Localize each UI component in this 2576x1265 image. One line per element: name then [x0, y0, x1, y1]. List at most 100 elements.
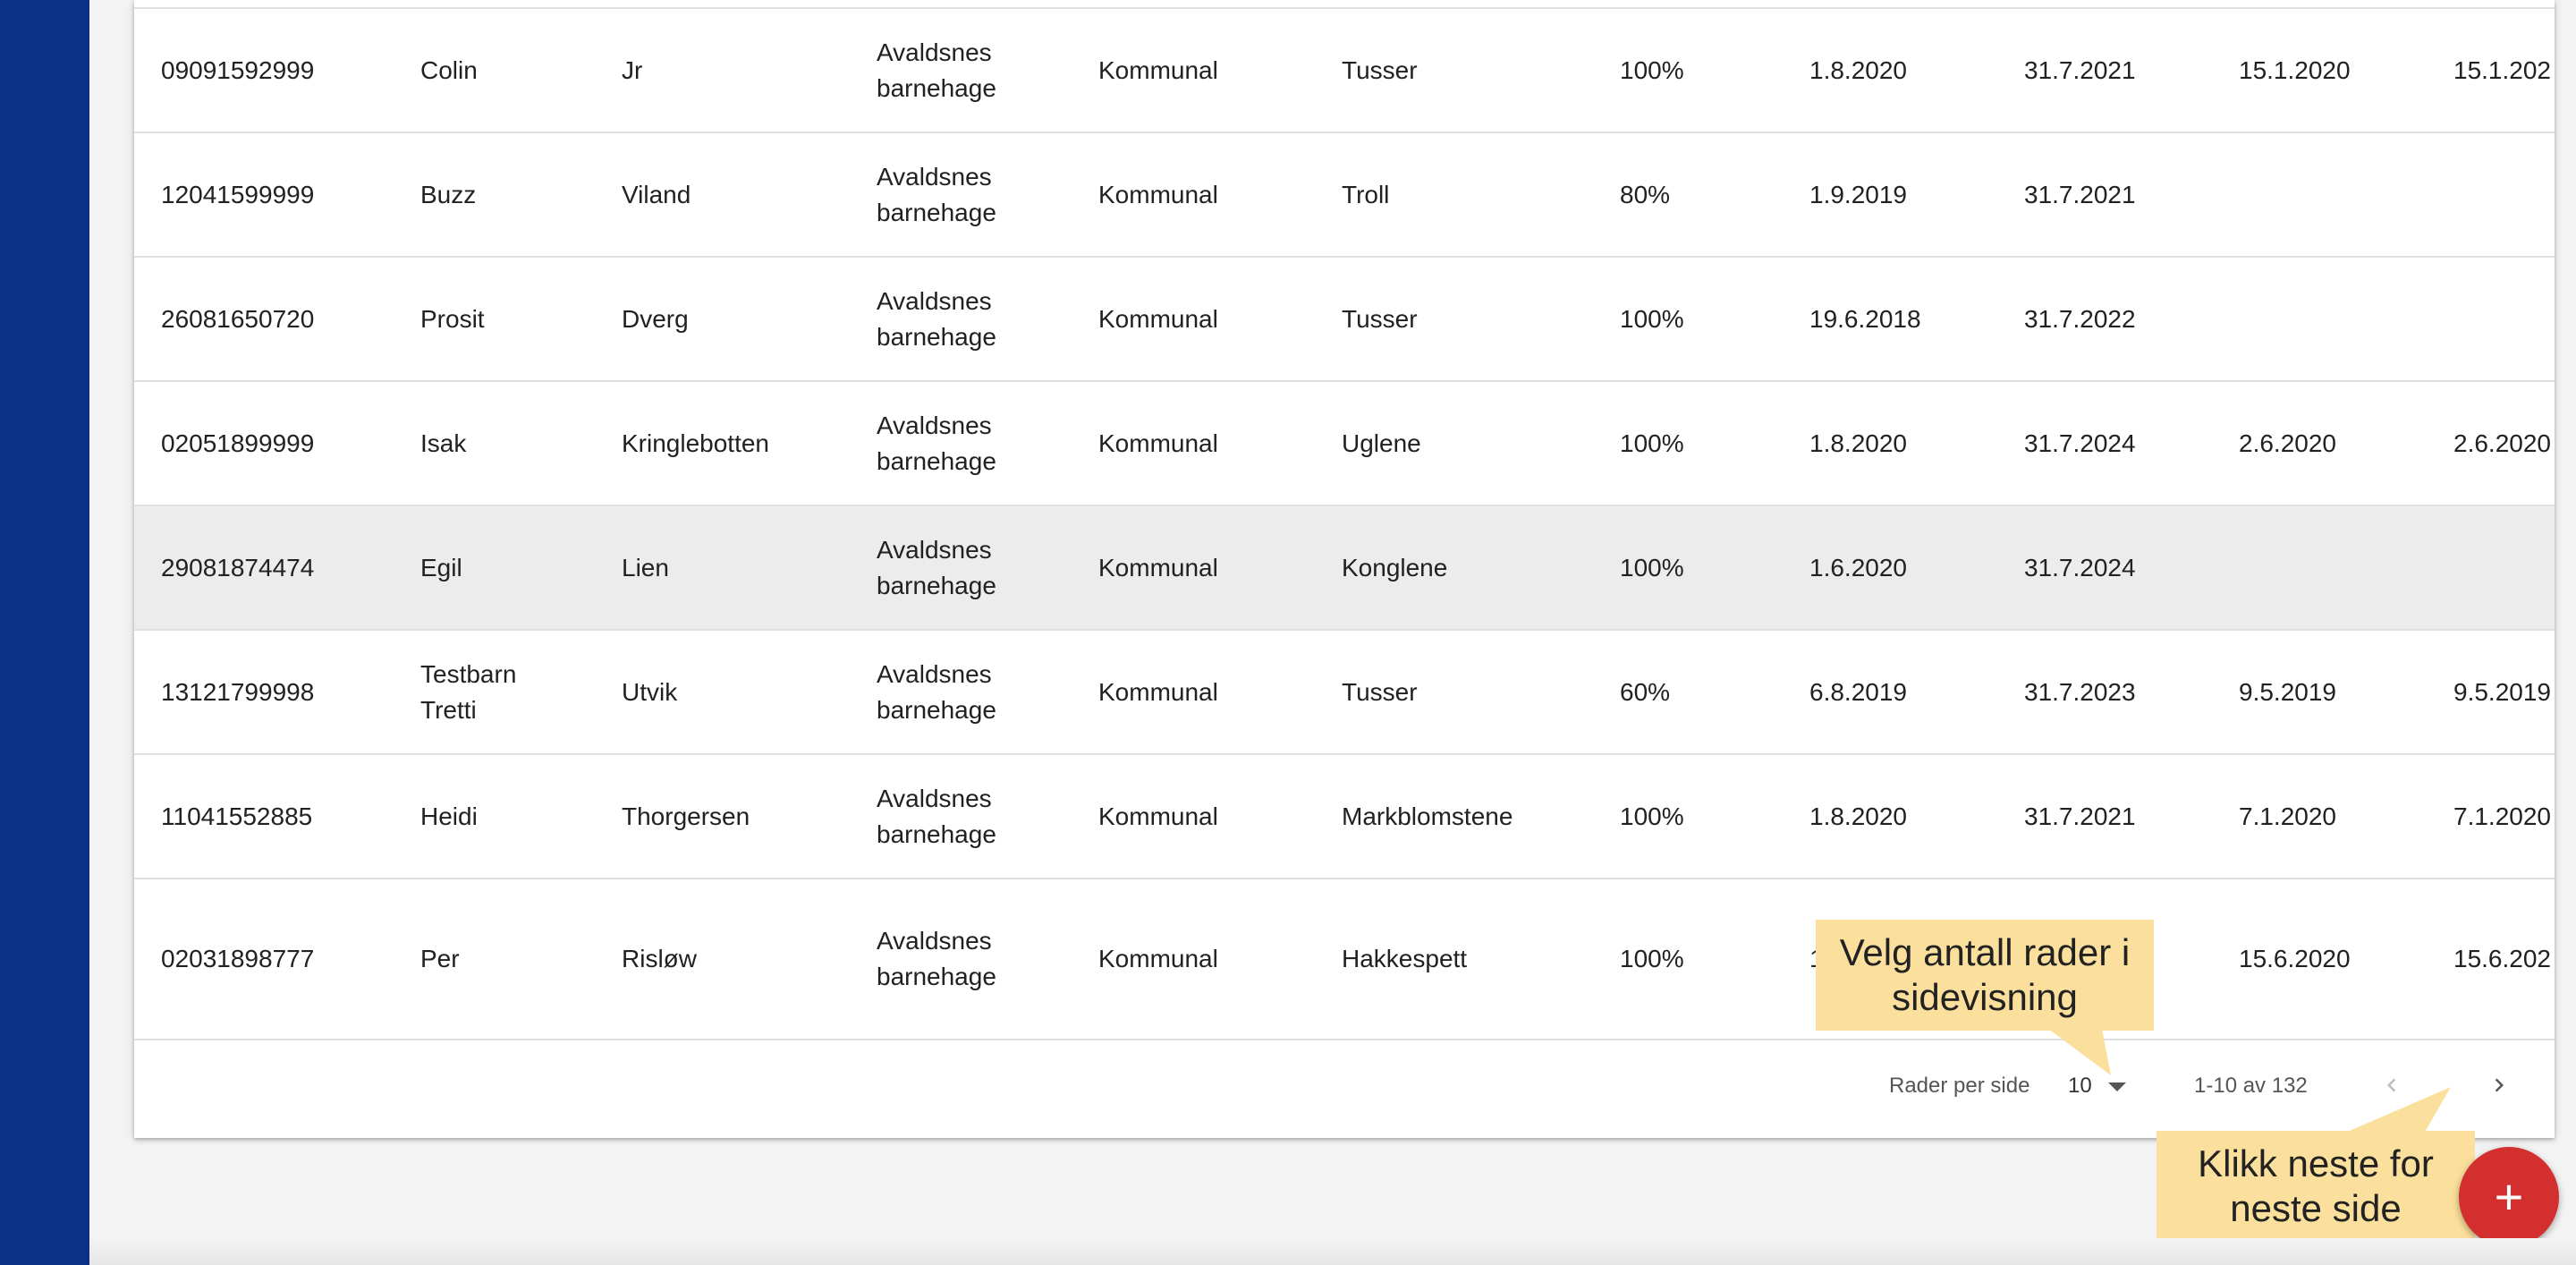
cell-date-b: 9.5.2019 — [2453, 677, 2551, 706]
cell-owner-type: Kommunal — [1098, 55, 1218, 84]
cell-kindergarten: Avaldsnes barnehage — [877, 38, 996, 102]
cell-date-b: 2.6.2020 — [2453, 429, 2551, 457]
cell-department: Tusser — [1342, 677, 1418, 706]
table-row[interactable]: 13121799998 Testbarn Tretti Utvik Avaldsnes… — [134, 631, 2555, 755]
cell-kindergarten: Avaldsnes barnehage — [877, 286, 996, 351]
cell-first-name: Heidi — [420, 802, 478, 830]
table-row[interactable]: 26081650720 Prosit Dverg Avaldsnes barnehag… — [134, 258, 2555, 382]
chevron-right-icon — [2495, 1078, 2504, 1092]
table-body: 09091592999 Colin Jr Avaldsnes barnehage Kom… — [134, 9, 2555, 1040]
cell-owner-type: Kommunal — [1098, 429, 1218, 457]
table-row[interactable]: 12041599999 Buzz Viland Avaldsnes barnehage… — [134, 133, 2555, 258]
cell-end-date: 31.7.2021 — [2024, 55, 2136, 84]
cell-last-name: Risløw — [622, 945, 697, 972]
cell-owner-type: Kommunal — [1098, 553, 1218, 582]
cell-percentage: 100% — [1620, 802, 1684, 830]
add-button[interactable]: + — [2459, 1147, 2559, 1247]
tooltip-rows-per-page: Velg antall rader i sidevisning — [1816, 920, 2154, 1031]
cell-end-date: 31.7.2021 — [2024, 802, 2136, 830]
sidebar — [0, 0, 89, 1265]
caret-down-icon[interactable] — [2108, 1082, 2126, 1091]
cell-kindergarten: Avaldsnes barnehage — [877, 927, 996, 990]
cell-date-b: 7.1.2020 — [2453, 802, 2551, 830]
cell-end-date: 31.7.2024 — [2024, 429, 2136, 457]
table-row[interactable]: 29081874474 Egil Lien Avaldsnes barnehage Ko… — [134, 506, 2555, 631]
cell-end-date: 31.7.2023 — [2024, 677, 2136, 706]
cell-start-date: 1.8.2020 — [1809, 429, 1907, 457]
cell-id-number: 12041599999 — [161, 180, 315, 208]
cell-last-name: Viland — [622, 180, 691, 208]
cell-first-name: Testbarn Tretti — [420, 659, 517, 724]
cell-owner-type: Kommunal — [1098, 802, 1218, 830]
cell-first-name: Isak — [420, 429, 467, 457]
cell-first-name: Egil — [420, 553, 462, 582]
table-pagination: Rader per side 10 1-10 av 132 — [134, 1036, 2555, 1138]
table-row[interactable]: 09091592999 Colin Jr Avaldsnes barnehage Kom… — [134, 9, 2555, 133]
cell-date-b: 15.1.202 — [2453, 55, 2551, 84]
cell-owner-type: Kommunal — [1098, 677, 1218, 706]
cell-id-number: 02051899999 — [161, 429, 315, 457]
cell-id-number: 26081650720 — [161, 304, 315, 333]
cell-owner-type: Kommunal — [1098, 304, 1218, 333]
cell-percentage: 100% — [1620, 55, 1684, 84]
cell-end-date: 31.7.2021 — [2024, 180, 2136, 208]
rows-per-page-label: Rader per side — [1889, 1074, 2030, 1098]
cell-last-name: Dverg — [622, 304, 689, 333]
cell-department: Uglene — [1342, 429, 1421, 457]
plus-icon: + — [2494, 1168, 2524, 1225]
cell-percentage: 100% — [1620, 429, 1684, 457]
cell-id-number: 29081874474 — [161, 553, 315, 582]
cell-first-name: Per — [420, 945, 460, 972]
cell-department: Tusser — [1342, 304, 1418, 333]
cell-department: Konglene — [1342, 553, 1448, 582]
cell-kindergarten: Avaldsnes barnehage — [877, 784, 996, 848]
cell-start-date: 1.6.2020 — [1809, 553, 1907, 582]
cell-department: Hakkespett — [1342, 945, 1468, 972]
cell-date-a: 15.6.2020 — [2239, 945, 2351, 972]
cell-last-name: Kringlebotten — [622, 429, 770, 457]
next-page-button[interactable] — [2477, 1063, 2521, 1108]
cell-percentage: 100% — [1620, 553, 1684, 582]
cell-percentage: 80% — [1620, 180, 1671, 208]
cell-owner-type: Kommunal — [1098, 180, 1218, 208]
cell-first-name: Prosit — [420, 304, 485, 333]
page-range-label: 1-10 av 132 — [2194, 1074, 2308, 1098]
cell-start-date: 1.8.2020 — [1809, 55, 1907, 84]
tooltip-rows-pointer — [2048, 1029, 2111, 1075]
tooltip-rows-per-page-text: Velg antall rader i sidevisning — [1839, 931, 2131, 1018]
cell-start-date: 1.9.2019 — [1809, 180, 1907, 208]
cell-percentage: 100% — [1620, 304, 1684, 333]
cell-owner-type: Kommunal — [1098, 945, 1218, 972]
table-row[interactable]: 11041552885 Heidi Thorgersen Avaldsnes barn… — [134, 755, 2555, 879]
cell-date-a: 2.6.2020 — [2239, 429, 2336, 457]
cell-id-number: 09091592999 — [161, 55, 315, 84]
cell-start-date: 1.8.2020 — [1809, 802, 1907, 830]
table-row[interactable]: 02051899999 Isak Kringlebotten Avaldsnes ba… — [134, 382, 2555, 506]
cell-date-a: 9.5.2019 — [2239, 677, 2336, 706]
cell-start-date: 6.8.2019 — [1809, 677, 1907, 706]
cell-id-number: 11041552885 — [161, 802, 313, 830]
table-row[interactable]: 02031898777 Per Risløw Avaldsnes barnehage K… — [134, 879, 2555, 1040]
cell-department: Tusser — [1342, 55, 1418, 84]
tooltip-next-page: Klikk neste for neste side — [2157, 1131, 2475, 1242]
cell-last-name: Utvik — [622, 677, 678, 706]
cell-kindergarten: Avaldsnes barnehage — [877, 659, 996, 724]
cell-id-number: 13121799998 — [161, 677, 315, 706]
cell-first-name: Colin — [420, 55, 478, 84]
table-card: 09091592999 Colin Jr Avaldsnes barnehage Kom… — [134, 0, 2555, 1138]
cell-kindergarten: Avaldsnes barnehage — [877, 535, 996, 599]
table-top-edge — [134, 0, 2555, 9]
tooltip-next-pointer — [2343, 1087, 2451, 1133]
cell-last-name: Lien — [622, 553, 669, 582]
cell-kindergarten: Avaldsnes barnehage — [877, 162, 996, 226]
cell-end-date: 31.7.2024 — [2024, 553, 2136, 582]
cell-date-a: 7.1.2020 — [2239, 802, 2336, 830]
cell-last-name: Jr — [622, 55, 643, 84]
cell-department: Troll — [1342, 180, 1390, 208]
cell-percentage: 100% — [1620, 945, 1684, 972]
tooltip-next-page-text: Klikk neste for neste side — [2198, 1142, 2434, 1229]
cell-id-number: 02031898777 — [161, 945, 315, 972]
cell-date-b: 15.6.202 — [2453, 945, 2551, 972]
cell-end-date: 31.7.2022 — [2024, 304, 2136, 333]
cell-last-name: Thorgersen — [622, 802, 750, 830]
